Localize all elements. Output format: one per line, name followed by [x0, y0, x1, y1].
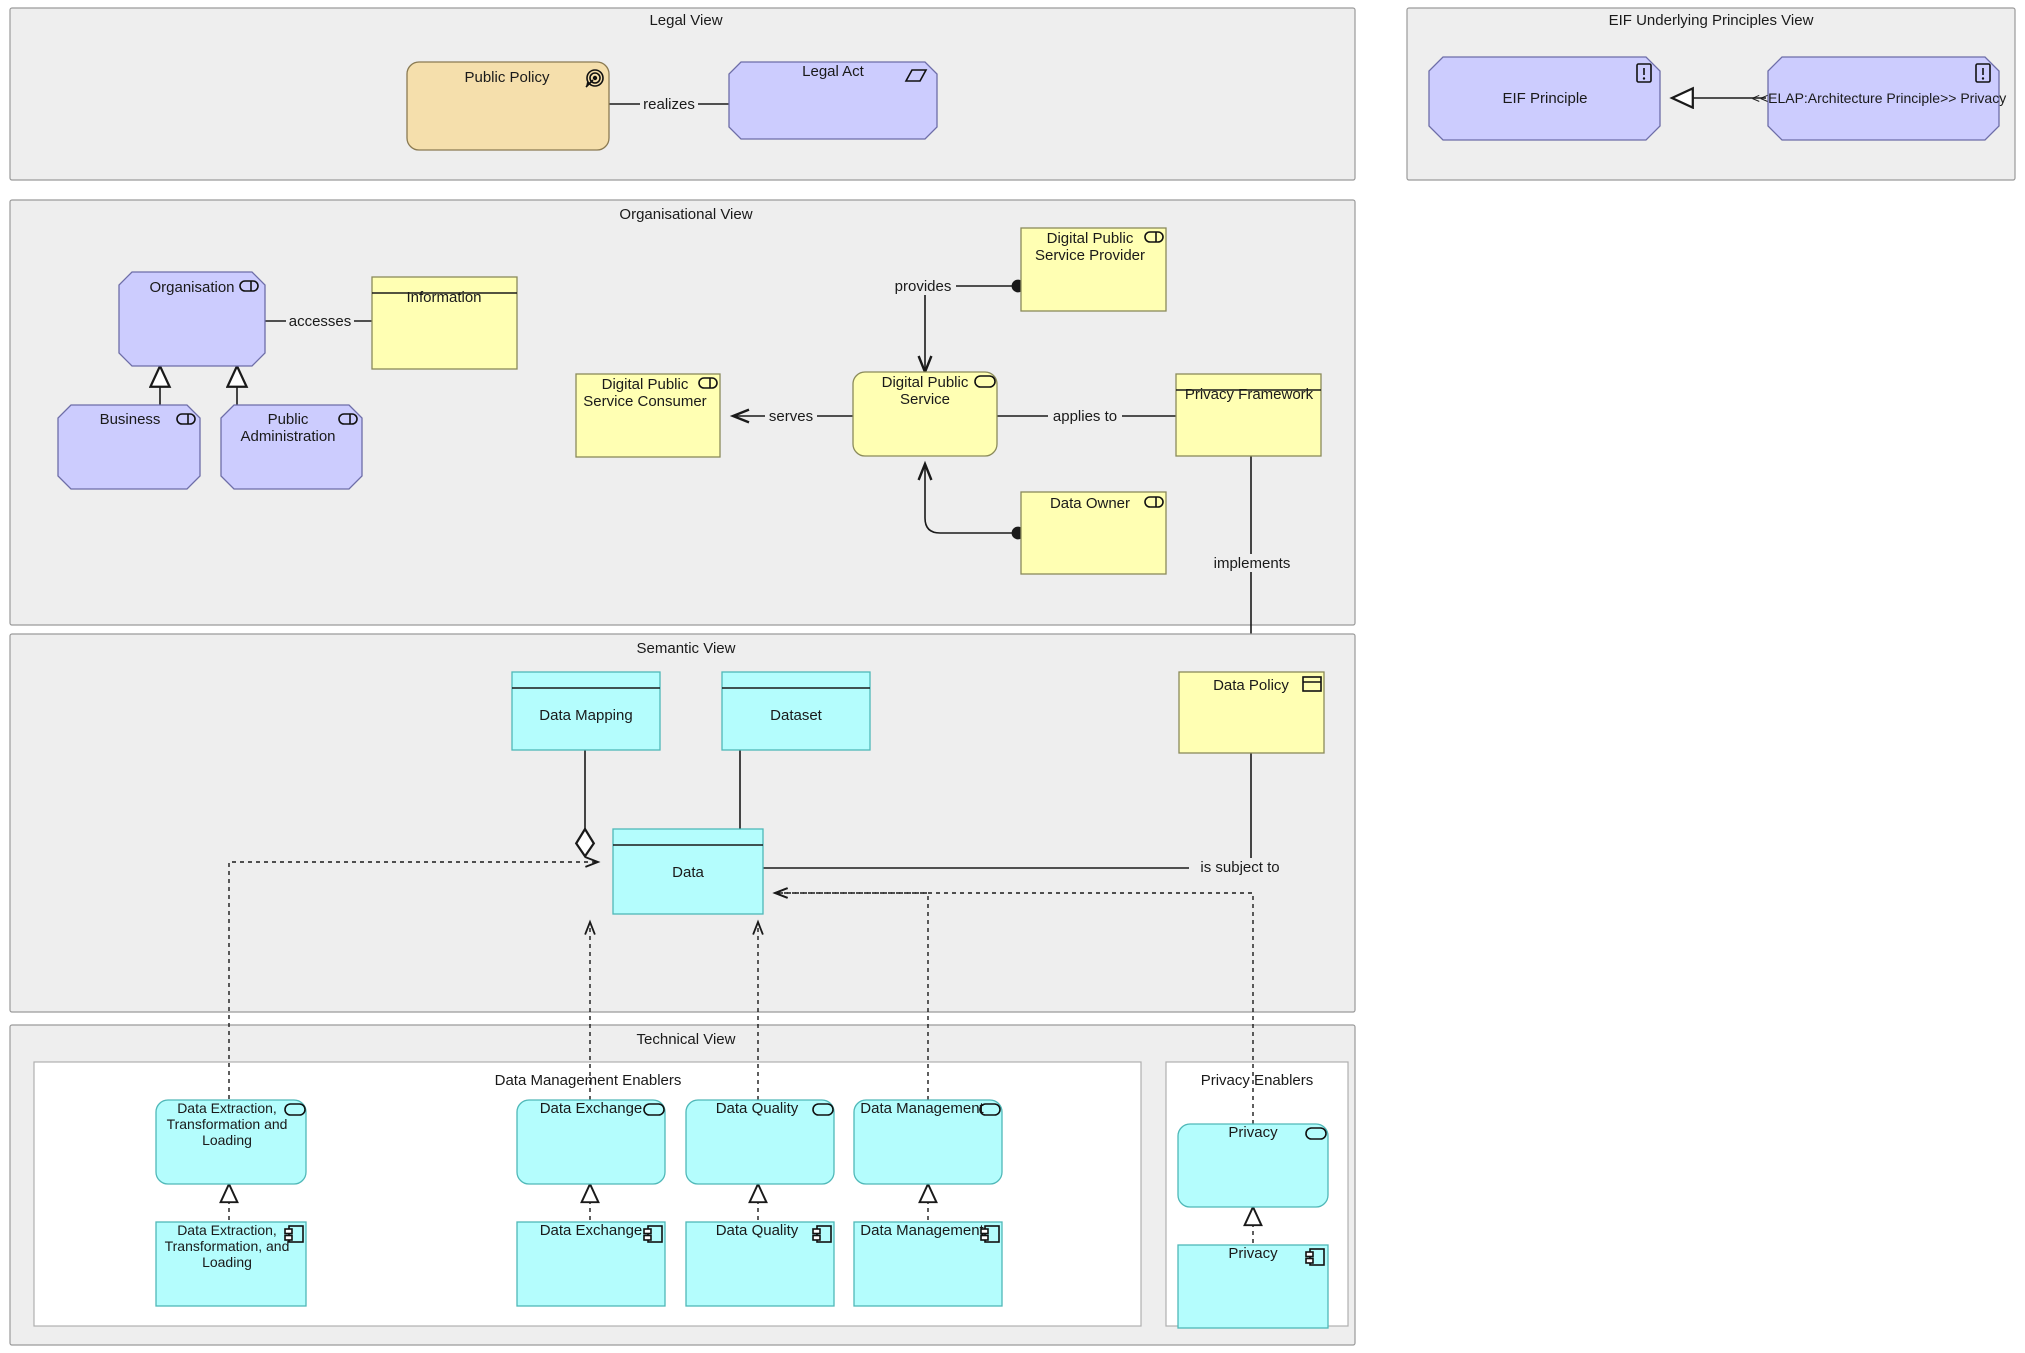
node-legal-act[interactable]: Legal Act [728, 61, 938, 140]
node-organisation[interactable]: Organisation [118, 271, 266, 367]
node-business[interactable]: Business [57, 404, 201, 490]
node-privacy-component[interactable]: Privacy [1177, 1244, 1329, 1329]
node-data-management-component-label: Data Management [860, 1222, 984, 1239]
node-privacy-service[interactable]: Privacy [1177, 1123, 1329, 1208]
node-legal-act-label: Legal Act [802, 63, 865, 80]
node-privacy-framework[interactable]: Privacy Framework [1175, 373, 1322, 457]
node-dataset-label: Dataset [770, 707, 823, 724]
edge-applies-to-label: applies to [1053, 408, 1117, 425]
edge-provides-label: provides [895, 278, 952, 295]
node-etl-component-label-1: Data Extraction, [177, 1222, 277, 1238]
node-public-administration-label-1: Public [268, 411, 309, 428]
node-public-administration-label-2: Administration [240, 428, 335, 445]
node-elap-privacy-label: <<ELAP:Architecture Principle>> Privacy [1752, 90, 2006, 106]
node-data-owner-label: Data Owner [1050, 495, 1130, 512]
node-data[interactable]: Data [612, 828, 764, 915]
view-eif-title: EIF Underlying Principles View [1609, 12, 1814, 29]
node-dps-consumer-label-1: Digital Public [602, 376, 689, 393]
view-semantic-title: Semantic View [637, 640, 736, 657]
node-public-policy-label: Public Policy [464, 69, 550, 86]
node-digital-public-service-label-2: Service [900, 391, 950, 408]
node-etl-service-label-1: Data Extraction, [177, 1100, 277, 1116]
node-data-exchange-service[interactable]: Data Exchange [516, 1099, 666, 1185]
view-semantic: Semantic View is subject to Data Mapping… [9, 633, 1356, 1013]
node-elap-privacy-principle[interactable]: <<ELAP:Architecture Principle>> Privacy [1752, 56, 2006, 141]
edge-implements-label: implements [1214, 555, 1291, 572]
node-data-quality-service-label: Data Quality [716, 1100, 799, 1117]
node-business-label: Business [100, 411, 161, 428]
node-digital-public-service-label-1: Digital Public [882, 374, 969, 391]
node-data-management-service[interactable]: Data Management [853, 1099, 1003, 1185]
node-eif-principle[interactable]: EIF Principle [1428, 56, 1661, 141]
node-privacy-component-label: Privacy [1228, 1245, 1278, 1262]
view-organisational: Organisational View accesses provides se… [9, 199, 1356, 672]
group-privacy-enablers-title: Privacy Enablers [1201, 1072, 1314, 1089]
node-dataset[interactable]: Dataset [721, 671, 871, 751]
node-data-management-component[interactable]: Data Management [853, 1221, 1003, 1307]
node-etl-service-label-3: Loading [202, 1132, 252, 1148]
node-dps-provider-label-1: Digital Public [1047, 230, 1134, 247]
node-data-quality-component-label: Data Quality [716, 1222, 799, 1239]
node-data-policy[interactable]: Data Policy [1178, 671, 1325, 754]
view-legal: Legal View realizes Public Policy Legal … [9, 7, 1356, 181]
node-data-management-service-label: Data Management [860, 1100, 984, 1117]
edge-accesses-label: accesses [289, 313, 352, 330]
node-etl-service-label-2: Transformation and [167, 1116, 288, 1132]
node-dps-consumer-label-2: Service Consumer [583, 393, 706, 410]
node-data-mapping-label: Data Mapping [539, 707, 632, 724]
node-etl-component-label-2: Transformation, and [165, 1238, 290, 1254]
node-data-quality-service[interactable]: Data Quality [685, 1099, 835, 1185]
node-etl-component-label-3: Loading [202, 1254, 252, 1270]
view-organisational-title: Organisational View [619, 206, 752, 223]
node-data-label: Data [672, 864, 704, 881]
edge-realizes-label: realizes [643, 96, 695, 113]
node-public-administration[interactable]: Public Administration [220, 404, 363, 490]
node-etl-component[interactable]: Data Extraction, Transformation, and Loa… [155, 1221, 307, 1307]
node-dps-provider-label-2: Service Provider [1035, 247, 1145, 264]
node-data-exchange-service-label: Data Exchange [540, 1100, 643, 1117]
view-semantic-frame [9, 633, 1356, 1013]
node-data-quality-component[interactable]: Data Quality [685, 1221, 835, 1307]
group-data-management-enablers-title: Data Management Enablers [495, 1072, 682, 1089]
node-data-exchange-component[interactable]: Data Exchange [516, 1221, 666, 1307]
node-organisation-label: Organisation [149, 279, 234, 296]
edge-serves-label: serves [769, 408, 813, 425]
node-data-mapping[interactable]: Data Mapping [511, 671, 661, 751]
node-dps-consumer[interactable]: Digital Public Service Consumer [575, 373, 721, 458]
node-eif-principle-label: EIF Principle [1502, 90, 1587, 107]
node-information-label: Information [406, 289, 481, 306]
node-privacy-framework-label: Privacy Framework [1185, 386, 1314, 403]
node-public-policy[interactable]: Public Policy [406, 61, 610, 151]
view-legal-frame [9, 7, 1356, 181]
diagram-canvas: Legal View realizes Public Policy Legal … [0, 0, 2025, 1353]
node-privacy-service-label: Privacy [1228, 1124, 1278, 1141]
node-data-policy-label: Data Policy [1213, 677, 1289, 694]
node-digital-public-service[interactable]: Digital Public Service [852, 371, 998, 457]
view-technical-title: Technical View [637, 1031, 736, 1048]
node-dps-provider[interactable]: Digital Public Service Provider [1020, 227, 1167, 312]
node-etl-service[interactable]: Data Extraction, Transformation and Load… [155, 1099, 307, 1185]
edge-is-subject-to-label: is subject to [1200, 859, 1279, 876]
view-eif: EIF Underlying Principles View EIF Princ… [1406, 7, 2016, 181]
node-information[interactable]: Information [371, 276, 518, 370]
view-legal-title: Legal View [649, 12, 722, 29]
node-data-owner[interactable]: Data Owner [1020, 491, 1167, 575]
node-data-exchange-component-label: Data Exchange [540, 1222, 643, 1239]
